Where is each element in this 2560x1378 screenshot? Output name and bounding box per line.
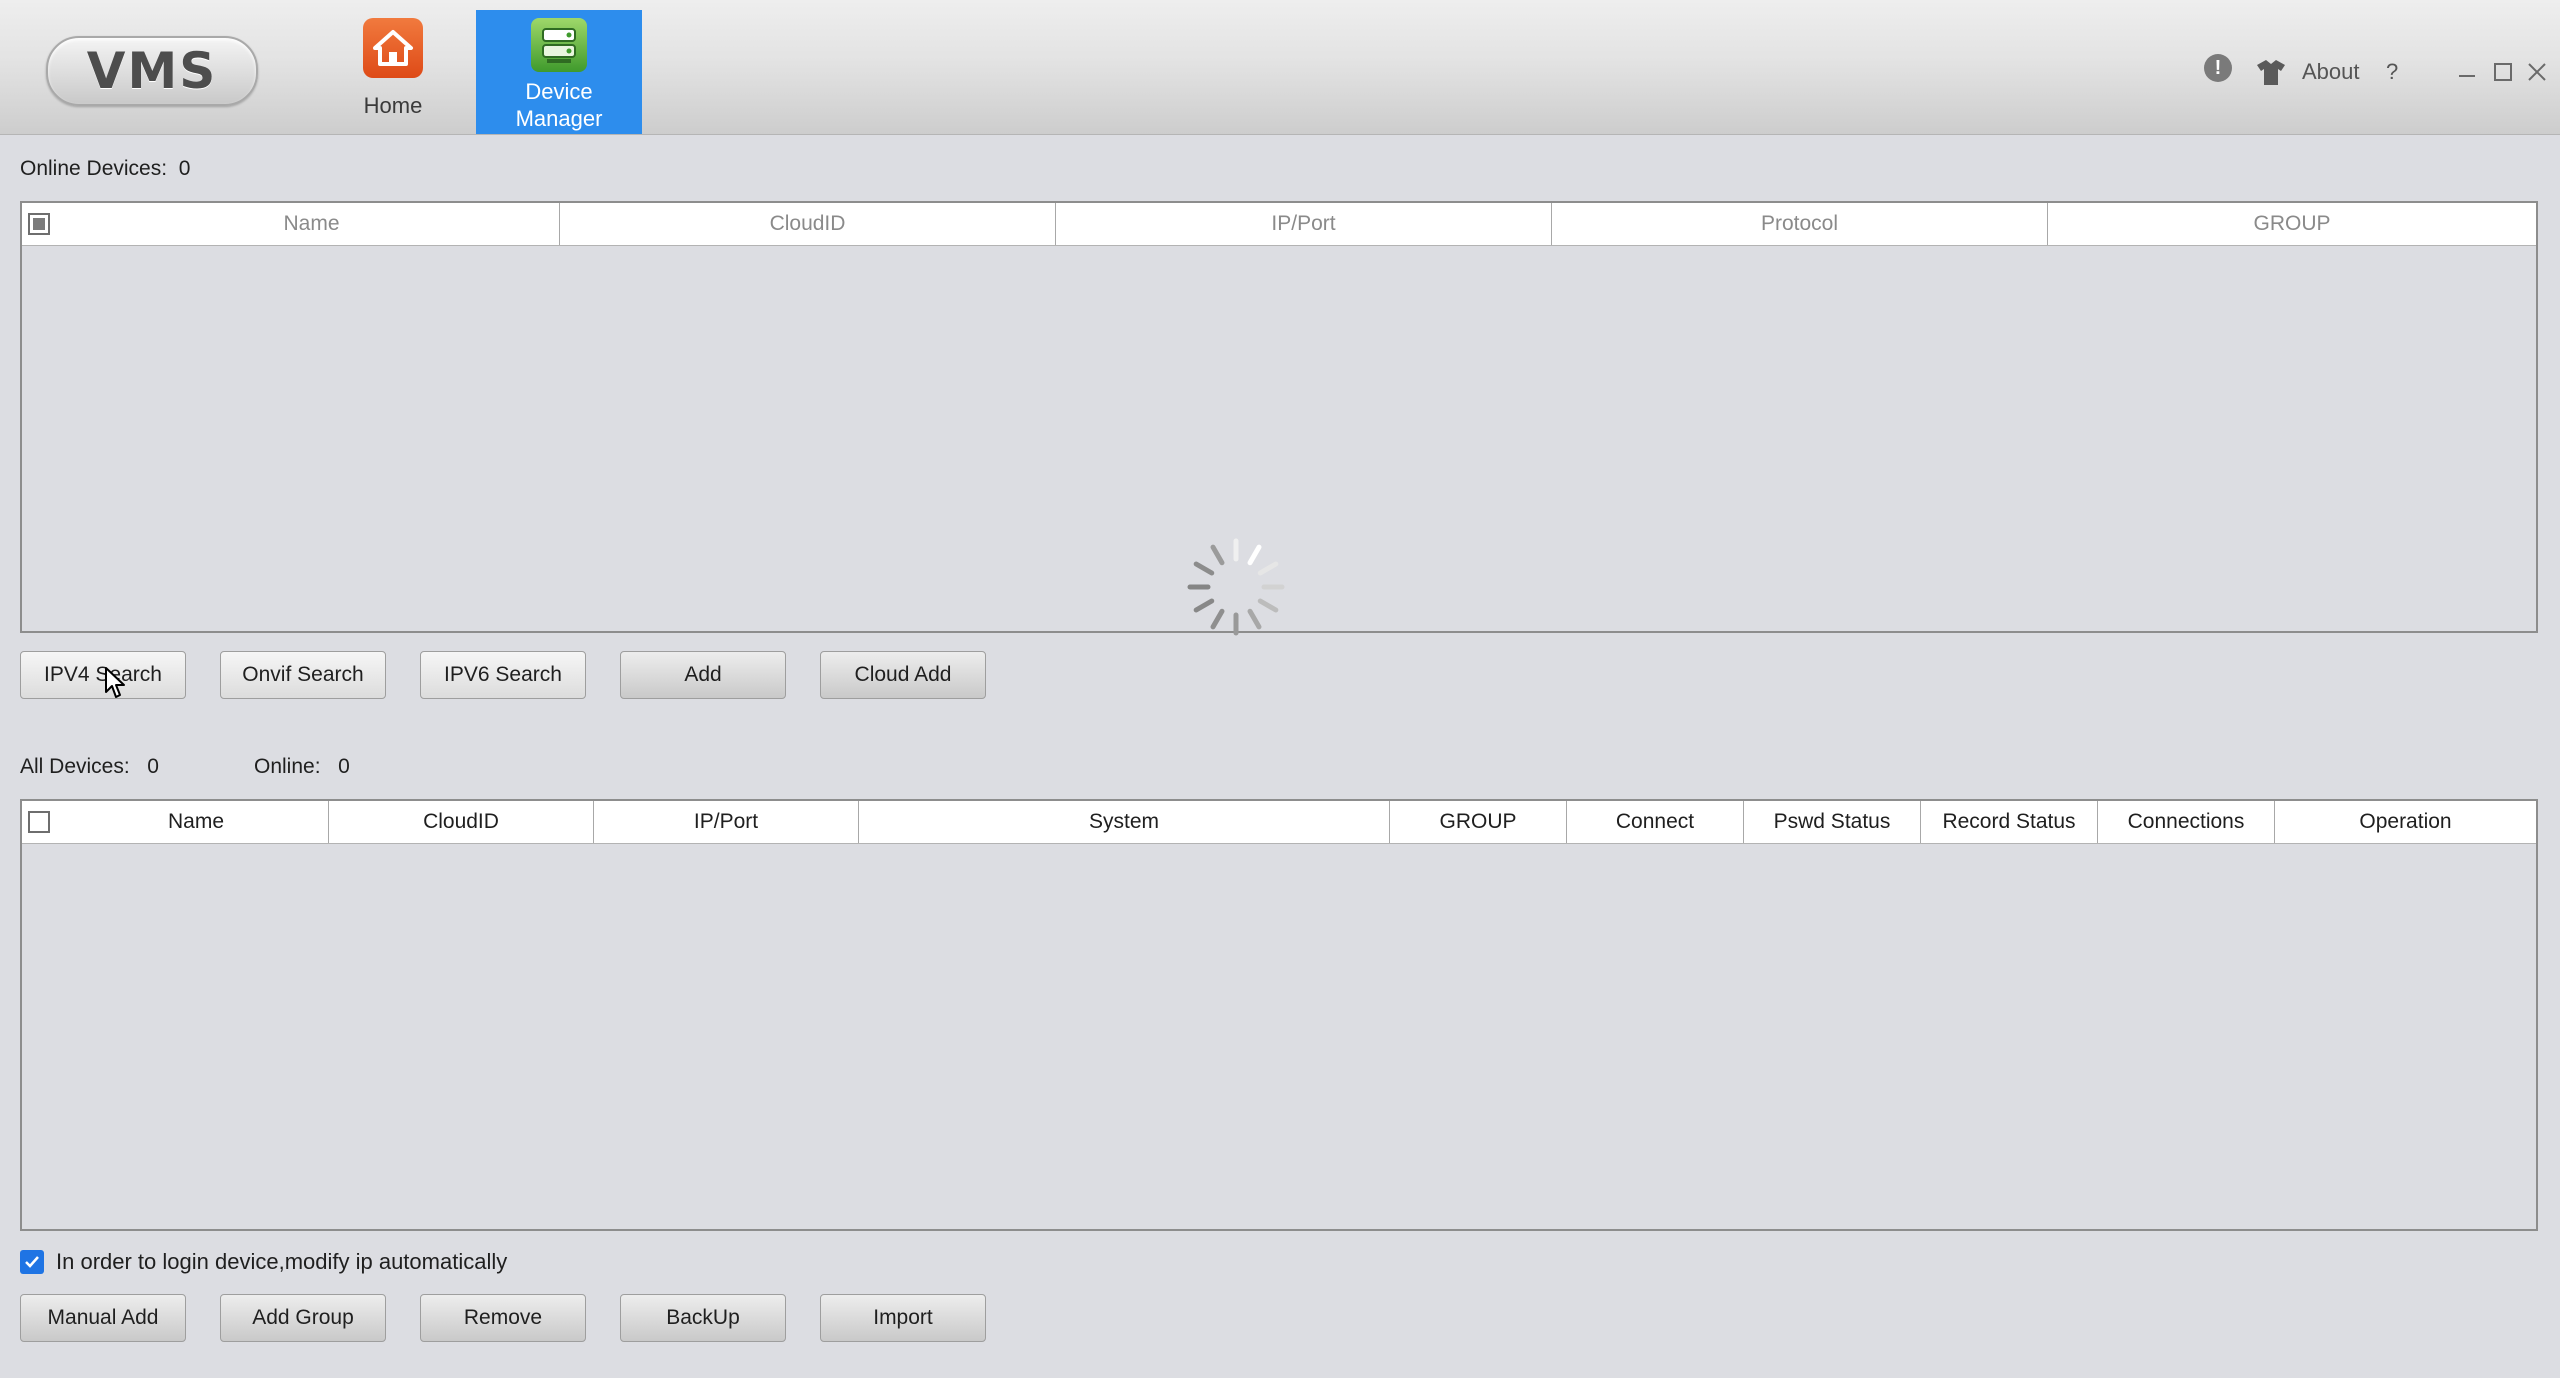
online-devices-count: 0 — [178, 157, 191, 180]
online-count: 0 — [338, 755, 350, 778]
all-devices-count: 0 — [147, 755, 159, 778]
online-count-label: Online: 0 — [254, 755, 350, 779]
shirt-icon[interactable] — [2256, 54, 2286, 90]
loading-spinner-icon — [1182, 533, 1290, 641]
column-header-group[interactable]: GROUP — [2048, 203, 2536, 245]
column-header-protocol[interactable]: Protocol — [1552, 203, 2048, 245]
onvif-search-button[interactable]: Onvif Search — [220, 651, 386, 699]
backup-button[interactable]: BackUp — [620, 1294, 786, 1342]
table-header: Name CloudID IP/Port Protocol GROUP — [22, 203, 2536, 246]
nav-label-line2: Manager — [515, 106, 603, 131]
table-header: Name CloudID IP/Port System GROUP Connec… — [22, 801, 2536, 844]
mouse-cursor-icon — [104, 666, 126, 705]
manual-add-button[interactable]: Manual Add — [20, 1294, 186, 1342]
nav-tab-home[interactable]: Home — [310, 10, 476, 134]
column-header-operation[interactable]: Operation — [2275, 801, 2536, 843]
minimize-icon[interactable] — [2456, 54, 2478, 90]
online-devices-title: Online Devices: — [20, 157, 168, 180]
online-devices-table: Name CloudID IP/Port Protocol GROUP — [20, 201, 2538, 636]
column-header-pswd-status[interactable]: Pswd Status — [1744, 801, 1921, 843]
column-header-cloudid[interactable]: CloudID — [560, 203, 1056, 245]
about-link[interactable]: About — [2302, 54, 2360, 90]
add-button[interactable]: Add — [620, 651, 786, 699]
online-devices-label: Online Devices: 0 — [20, 157, 190, 181]
select-all-checkbox[interactable] — [28, 213, 50, 235]
nav-tab-device-manager[interactable]: Device Manager — [476, 10, 642, 134]
nav-tab-label: Device Manager — [516, 78, 603, 132]
add-group-button[interactable]: Add Group — [220, 1294, 386, 1342]
checkmark-icon — [25, 1256, 39, 1268]
exclamation-icon[interactable]: ! — [2204, 54, 2232, 82]
auto-modify-ip-label[interactable]: In order to login device,modify ip autom… — [56, 1249, 507, 1275]
cloud-add-button[interactable]: Cloud Add — [820, 651, 986, 699]
column-header-name[interactable]: Name — [64, 203, 560, 245]
column-header-ip-port[interactable]: IP/Port — [1056, 203, 1552, 245]
column-header-system[interactable]: System — [859, 801, 1390, 843]
maximize-icon[interactable] — [2492, 54, 2514, 90]
online-title: Online: — [254, 755, 321, 778]
all-devices-label: All Devices: 0 — [20, 755, 159, 779]
remove-button[interactable]: Remove — [420, 1294, 586, 1342]
select-all-checkbox[interactable] — [28, 811, 50, 833]
column-header-name[interactable]: Name — [64, 801, 329, 843]
device-manager-icon — [531, 18, 587, 72]
title-bar: VMS Home Device Manager ! About ? — [0, 0, 2560, 135]
device-list-table: Name CloudID IP/Port System GROUP Connec… — [20, 799, 2538, 1231]
ipv6-search-button[interactable]: IPV6 Search — [420, 651, 586, 699]
help-icon[interactable]: ? — [2386, 54, 2398, 90]
column-header-connect[interactable]: Connect — [1567, 801, 1744, 843]
column-header-group[interactable]: GROUP — [1390, 801, 1567, 843]
import-button[interactable]: Import — [820, 1294, 986, 1342]
logo-text: VMS — [86, 42, 218, 100]
vms-logo: VMS — [46, 36, 258, 106]
nav-label-line1: Device — [525, 79, 593, 104]
nav-tab-label: Home — [363, 93, 423, 118]
column-header-record-status[interactable]: Record Status — [1921, 801, 2098, 843]
ipv4-search-button[interactable]: IPV4 Search — [20, 651, 186, 699]
column-header-connections[interactable]: Connections — [2098, 801, 2275, 843]
auto-modify-ip-checkbox[interactable] — [20, 1250, 44, 1274]
column-header-cloudid[interactable]: CloudID — [329, 801, 594, 843]
column-header-ip-port[interactable]: IP/Port — [594, 801, 859, 843]
home-icon — [363, 18, 423, 78]
all-devices-title: All Devices: — [20, 755, 130, 778]
close-icon[interactable] — [2526, 54, 2548, 90]
